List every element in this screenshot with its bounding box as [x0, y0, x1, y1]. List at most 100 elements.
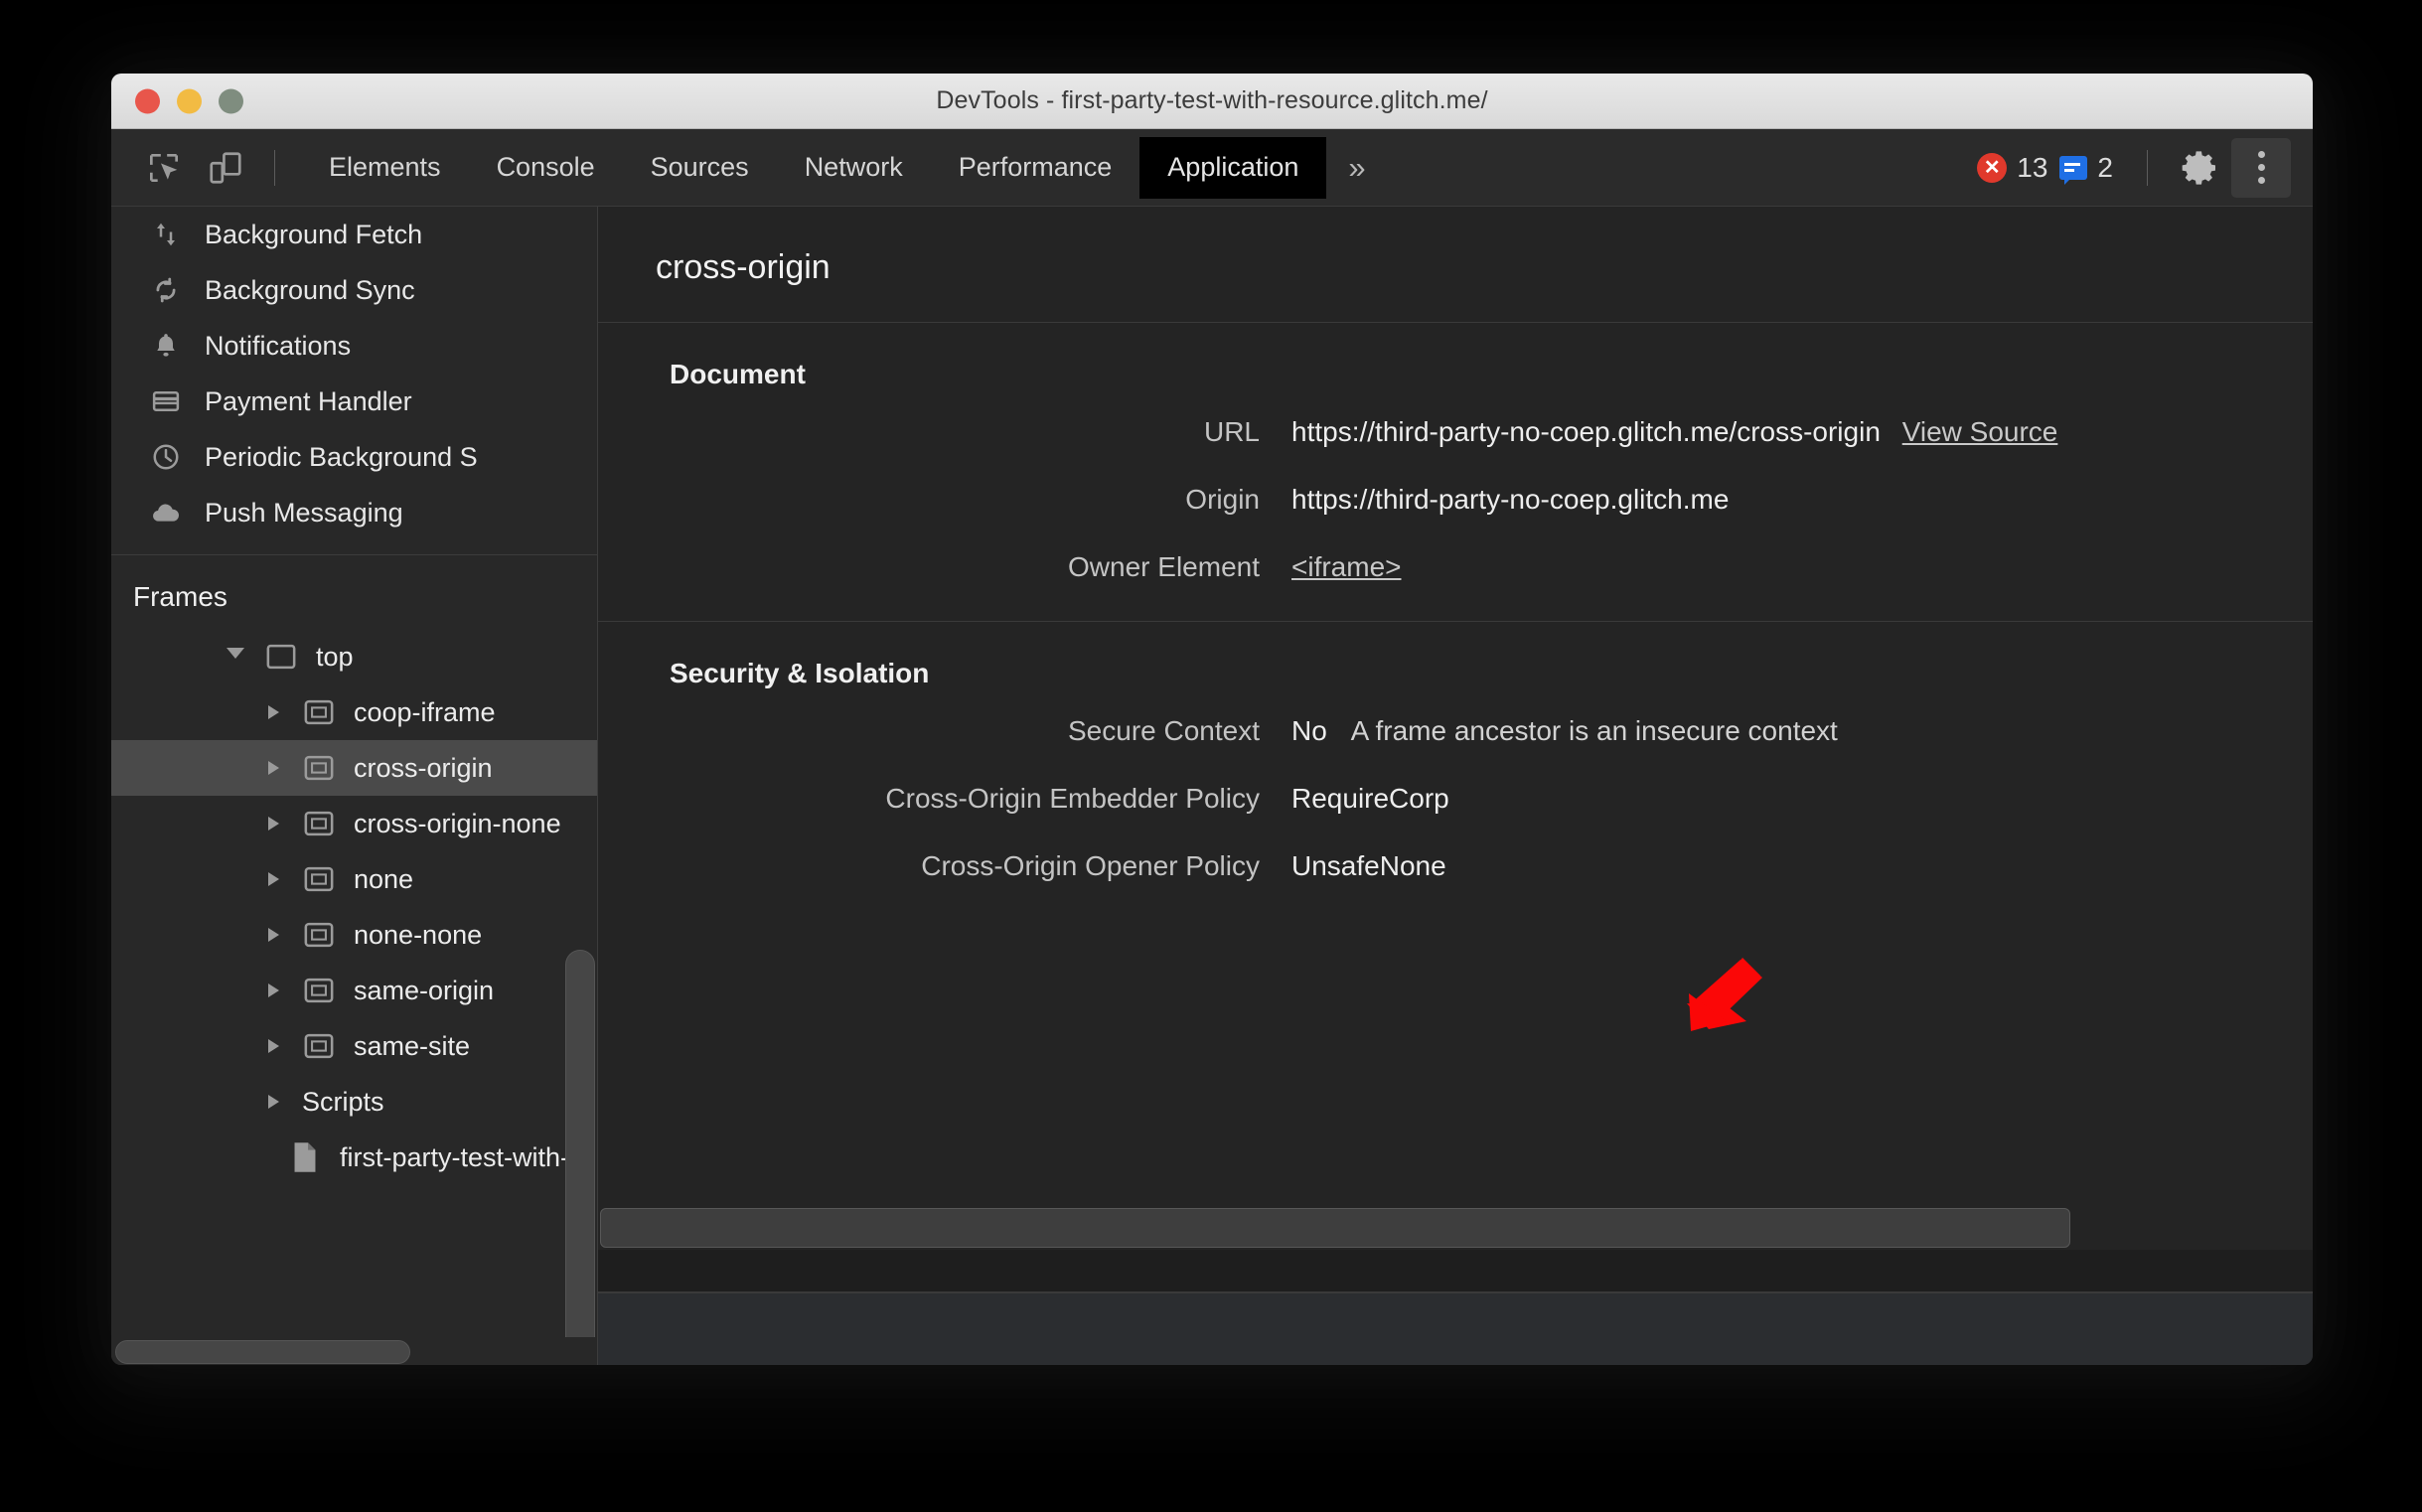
chevron-down-icon[interactable] — [221, 648, 250, 666]
chevron-right-icon[interactable] — [258, 1039, 288, 1053]
tree-item-label: first-party-test-with- — [340, 1141, 570, 1172]
sidebar-item-label: Periodic Background S — [205, 441, 478, 472]
tab-sources[interactable]: Sources — [623, 137, 777, 199]
row-value-owner-element: <iframe> — [1291, 551, 1402, 583]
tree-item-same-origin[interactable]: same-origin — [111, 963, 597, 1018]
window-title: DevTools - first-party-test-with-resourc… — [936, 86, 1488, 114]
row-secure-context: Secure Context No A frame ancestor is an… — [598, 715, 2313, 747]
toolbar-right-group: ✕ 13 2 — [1977, 129, 2291, 206]
sidebar-item-background-fetch[interactable]: Background Fetch — [111, 207, 597, 262]
page-title: cross-origin — [656, 248, 831, 286]
tab-application[interactable]: Application — [1139, 136, 1327, 199]
iframe-icon — [302, 695, 336, 729]
tree-item-label: Scripts — [302, 1086, 384, 1117]
iframe-icon — [302, 974, 336, 1007]
tab-console[interactable]: Console — [469, 137, 623, 199]
sidebar-scroll-area: Background Fetch Background Sync Notific… — [111, 207, 597, 1337]
tree-item-none[interactable]: none — [111, 851, 597, 907]
sidebar-item-push-messaging[interactable]: Push Messaging — [111, 485, 597, 540]
toolbar-divider-right — [2147, 149, 2148, 186]
sidebar-item-periodic-background-sync[interactable]: Periodic Background S — [111, 429, 597, 485]
cloud-icon — [149, 496, 183, 529]
tab-network[interactable]: Network — [777, 137, 931, 199]
chevron-right-icon[interactable] — [258, 872, 288, 886]
chevron-right-icon[interactable] — [258, 705, 288, 719]
tree-item-top[interactable]: top — [111, 629, 597, 684]
tree-item-label: coop-iframe — [354, 696, 496, 727]
row-label-coop: Cross-Origin Opener Policy — [921, 850, 1260, 881]
owner-element-link[interactable]: <iframe> — [1291, 551, 1402, 582]
row-label-url: URL — [1203, 416, 1260, 447]
tree-item-label: top — [316, 641, 354, 672]
chevron-right-icon[interactable] — [258, 1095, 288, 1109]
tab-performance[interactable]: Performance — [931, 137, 1140, 199]
sidebar-item-label: Background Fetch — [205, 219, 423, 249]
view-source-link[interactable]: View Source — [1902, 416, 2058, 447]
tree-item-first-party-test-with[interactable]: first-party-test-with- — [111, 1130, 597, 1185]
desktop-background: DevTools - first-party-test-with-resourc… — [0, 0, 2422, 1512]
row-label-origin: Origin — [1185, 484, 1260, 515]
row-origin: Origin https://third-party-no-coep.glitc… — [598, 484, 2313, 516]
sidebar-item-notifications[interactable]: Notifications — [111, 318, 597, 374]
section-heading-document: Document — [670, 359, 806, 389]
error-badge[interactable]: ✕ 13 — [1977, 152, 2059, 184]
panel-footer — [598, 1293, 2313, 1365]
background-fetch-icon — [149, 218, 183, 251]
sidebar-vertical-scrollbar[interactable] — [565, 950, 595, 1365]
sidebar-horizontal-scrollbar-track[interactable] — [111, 1337, 597, 1365]
tree-item-coop-iframe[interactable]: coop-iframe — [111, 684, 597, 740]
iframe-icon — [302, 751, 336, 785]
devtools-toolbar: Elements Console Sources Network Perform… — [111, 129, 2313, 207]
tree-item-cross-origin[interactable]: cross-origin — [111, 740, 597, 796]
annotation-arrow-icon — [1687, 958, 1762, 1031]
maximize-window-button[interactable] — [219, 88, 243, 113]
iframe-icon — [302, 1029, 336, 1063]
tree-item-label: cross-origin — [354, 752, 493, 783]
sidebar-item-label: Push Messaging — [205, 497, 403, 528]
tree-item-label: same-origin — [354, 975, 495, 1005]
tree-item-scripts[interactable]: Scripts — [111, 1074, 597, 1130]
row-value-coop: UnsafeNone — [1291, 850, 1446, 881]
close-window-button[interactable] — [135, 88, 160, 113]
inspect-element-icon[interactable] — [133, 137, 195, 199]
error-count: 13 — [2017, 151, 2048, 183]
row-url: URL https://third-party-no-coep.glitch.m… — [598, 416, 2313, 448]
vertical-dots-icon[interactable] — [2231, 137, 2291, 198]
chevron-right-icon[interactable] — [258, 761, 288, 775]
tree-item-cross-origin-none[interactable]: cross-origin-none — [111, 796, 597, 851]
tree-item-label: cross-origin-none — [354, 808, 561, 838]
chevron-right-icon[interactable] — [258, 928, 288, 942]
panel-footer-strip — [598, 1250, 2313, 1291]
message-badge[interactable]: 2 — [2059, 152, 2125, 185]
sidebar-item-payment-handler[interactable]: Payment Handler — [111, 374, 597, 429]
frame-details-panel: cross-origin Document URL https://third-… — [598, 207, 2313, 1365]
row-label-coep: Cross-Origin Embedder Policy — [885, 783, 1260, 814]
sidebar-item-background-sync[interactable]: Background Sync — [111, 262, 597, 318]
row-value-url: https://third-party-no-coep.glitch.me/cr… — [1291, 416, 2057, 448]
more-tabs-icon[interactable]: » — [1326, 137, 1389, 199]
tree-item-same-site[interactable]: same-site — [111, 1018, 597, 1074]
chevron-right-icon[interactable] — [258, 817, 288, 831]
devtools-window: DevTools - first-party-test-with-resourc… — [111, 74, 2313, 1365]
message-icon — [2059, 155, 2088, 185]
security-isolation-section: Security & Isolation Secure Context No A… — [598, 622, 2313, 920]
document-icon — [288, 1140, 322, 1174]
gear-icon[interactable] — [2170, 137, 2231, 199]
tree-item-label: none-none — [354, 919, 483, 950]
tree-item-label: same-site — [354, 1030, 471, 1061]
device-toolbar-icon[interactable] — [195, 137, 256, 199]
iframe-icon — [302, 918, 336, 952]
tab-elements[interactable]: Elements — [301, 137, 469, 199]
minimize-window-button[interactable] — [177, 88, 202, 113]
row-coop: Cross-Origin Opener Policy UnsafeNone — [598, 850, 2313, 882]
iframe-icon — [302, 862, 336, 896]
sidebar-item-label: Background Sync — [205, 274, 415, 305]
chevron-right-icon[interactable] — [258, 983, 288, 997]
main-horizontal-scrollbar[interactable] — [600, 1208, 2070, 1248]
devtools-body: Background Fetch Background Sync Notific… — [111, 207, 2313, 1365]
sidebar-horizontal-scrollbar-thumb[interactable] — [115, 1340, 410, 1364]
tree-item-label: none — [354, 863, 414, 894]
tree-item-none-none[interactable]: none-none — [111, 907, 597, 963]
traffic-lights — [135, 88, 243, 113]
sidebar-item-label: Payment Handler — [205, 385, 412, 416]
